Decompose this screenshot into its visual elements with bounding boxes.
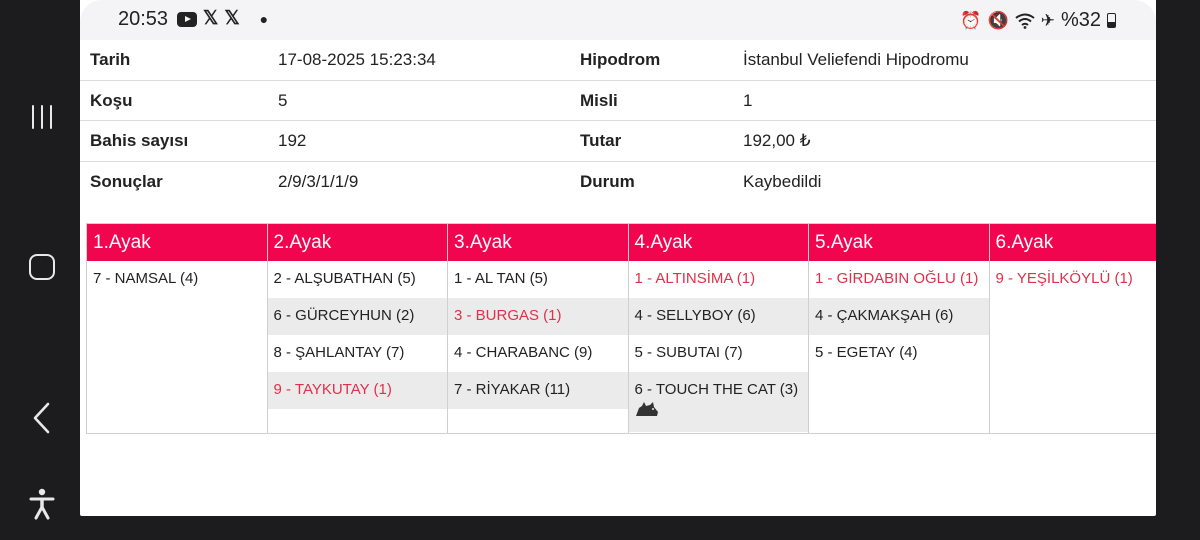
horse-item: 7 - NAMSAL (4): [93, 270, 199, 287]
battery-percent: %32: [1060, 9, 1101, 31]
info-row-date: Tarih 17-08-2025 15:23:34 Hipodrom İstan…: [80, 40, 1156, 81]
value-date: 17-08-2025 15:23:34: [278, 50, 436, 69]
info-row-race: Koşu 5 Misli 1: [80, 81, 1156, 121]
leg-5: 5.Ayak 1 - GİRDABIN OĞLU (1) 4 - ÇAKMAKŞ…: [808, 223, 989, 434]
value-race: 5: [278, 90, 288, 110]
battery-icon: [1107, 13, 1116, 28]
side-bezel: [1156, 0, 1200, 540]
info-row-bet-count: Bahis sayısı 192 Tutar 192,00 ₺: [80, 121, 1156, 162]
recents-icon: [32, 105, 52, 129]
label-hippodrome: Hipodrom: [580, 50, 661, 69]
home-button[interactable]: [20, 245, 64, 289]
navigation-bar: [0, 0, 80, 540]
notification-icons: 𝕏 𝕏 ●: [177, 8, 269, 29]
horse-item-winner: 3 - BURGAS (1): [448, 298, 628, 335]
home-icon: [29, 254, 55, 280]
system-icons: ⏰ 🔇 ✈ %32: [960, 9, 1116, 32]
airplane-icon: ✈: [1040, 10, 1055, 30]
label-status: Durum: [580, 171, 635, 191]
info-row-results: Sonuçlar 2/9/3/1/1/9 Durum Kaybedildi: [80, 162, 1156, 203]
horse-name: 6 - TOUCH THE CAT (3): [634, 381, 799, 398]
accessibility-icon: [29, 488, 55, 520]
leg-header: 2.Ayak: [267, 224, 447, 261]
horse-item: 2 - ALŞUBATHAN (5): [273, 270, 416, 287]
label-multiplier: Misli: [580, 90, 618, 110]
leg-6: 6.Ayak 9 - YEŞİLKÖYLÜ (1): [988, 223, 1156, 434]
mute-icon: 🔇: [987, 10, 1009, 30]
horse-item-winner: 1 - GİRDABIN OĞLU (1): [815, 270, 979, 287]
youtube-icon: [177, 11, 197, 27]
horse-item: 8 - ŞAHLANTAY (7): [273, 344, 405, 361]
dot-icon: ●: [259, 11, 269, 27]
leg-3: 3.Ayak 1 - AL TAN (5) 3 - BURGAS (1) 4 -…: [447, 223, 628, 434]
label-date: Tarih: [90, 50, 131, 69]
bet-info-table: Tarih 17-08-2025 15:23:34 Hipodrom İstan…: [80, 40, 1156, 202]
horse-item: 6 - GÜRCEYHUN (2): [267, 298, 447, 335]
leg-2: 2.Ayak 2 - ALŞUBATHAN (5) 6 - GÜRCEYHUN …: [266, 223, 447, 434]
horse-item-winner: 9 - YEŞİLKÖYLÜ (1): [995, 270, 1133, 287]
value-multiplier: 1: [743, 90, 753, 110]
leg-4: 4.Ayak 1 - ALTINSİMA (1) 4 - SELLYBOY (6…: [627, 223, 808, 434]
alarm-icon: ⏰: [960, 10, 982, 30]
horse-item: 5 - EGETAY (4): [815, 344, 918, 361]
leg-header: 3.Ayak: [448, 224, 628, 261]
cat-icon: [635, 402, 658, 416]
value-hippodrome: İstanbul Veliefendi Hipodromu: [743, 50, 969, 69]
horse-item-winner: 1 - ALTINSİMA (1): [634, 270, 756, 287]
value-amount: 192,00 ₺: [743, 131, 811, 150]
horse-item: 4 - ÇAKMAKŞAH (6): [809, 298, 989, 335]
label-race: Koşu: [90, 90, 133, 110]
horse-item: 1 - AL TAN (5): [454, 270, 548, 287]
label-amount: Tutar: [580, 131, 622, 150]
value-status: Kaybedildi: [743, 171, 822, 191]
wifi-icon: [1015, 13, 1035, 29]
legs-grid: 1.Ayak 7 - NAMSAL (4) 2.Ayak 2 - ALŞUBAT…: [86, 223, 1156, 434]
leg-1: 1.Ayak 7 - NAMSAL (4): [86, 223, 267, 434]
value-results: 2/9/3/1/1/9: [278, 171, 359, 191]
horse-item: 7 - RİYAKAR (11): [448, 372, 628, 409]
leg-header: 5.Ayak: [809, 224, 989, 261]
recent-apps-button[interactable]: [20, 95, 64, 139]
horse-item: 6 - TOUCH THE CAT (3): [628, 372, 808, 432]
leg-header: 4.Ayak: [628, 224, 808, 261]
x-icon: 𝕏: [224, 8, 240, 29]
leg-header: 6.Ayak: [989, 224, 1156, 261]
accessibility-button[interactable]: [20, 482, 64, 526]
status-time: 20:53: [118, 8, 169, 30]
value-bet-count: 192: [278, 131, 307, 150]
horse-item: 4 - CHARABANC (9): [454, 344, 593, 361]
leg-header: 1.Ayak: [87, 224, 267, 261]
horse-item: 5 - SUBUTAI (7): [634, 344, 743, 361]
x-icon: 𝕏: [203, 8, 219, 29]
horse-item: 4 - SELLYBOY (6): [628, 298, 808, 335]
label-bet-count: Bahis sayısı: [90, 131, 189, 150]
app-screen: 20:53 𝕏 𝕏 ● ⏰ 🔇 ✈ %32 Tarih 17-08-2025 1…: [80, 0, 1156, 516]
status-bar: 20:53 𝕏 𝕏 ● ⏰ 🔇 ✈ %32: [80, 0, 1156, 40]
back-icon: [33, 402, 50, 434]
label-results: Sonuçlar: [90, 171, 163, 191]
horse-item-winner: 9 - TAYKUTAY (1): [267, 372, 447, 409]
back-button[interactable]: [20, 396, 64, 440]
